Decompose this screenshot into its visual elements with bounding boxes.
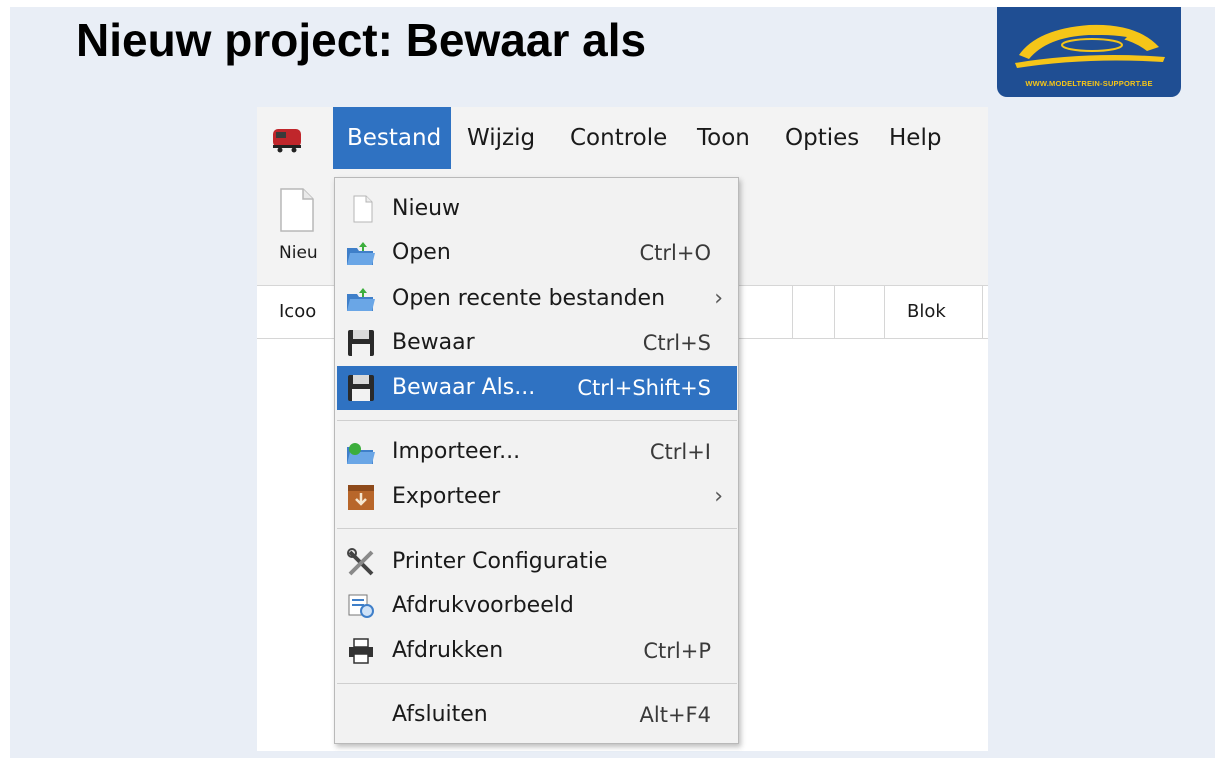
menu-item-label: Bewaar	[392, 330, 475, 355]
menu-item-afdrukken[interactable]: Afdrukken Ctrl+P	[337, 629, 737, 673]
chevron-right-icon: ›	[714, 286, 723, 311]
menu-item-label: Nieuw	[392, 196, 461, 221]
menu-item-label: Open	[392, 240, 451, 265]
menu-item-bewaar-als[interactable]: Bewaar Als... Ctrl+Shift+S	[337, 366, 737, 410]
menu-item-exporteer[interactable]: Exporteer ›	[337, 475, 737, 519]
menu-item-open[interactable]: Open Ctrl+O	[337, 231, 737, 275]
column-header-empty[interactable]	[835, 286, 885, 338]
floppy-disk-icon	[348, 330, 374, 356]
open-folder-icon	[347, 242, 375, 265]
menu-item-afdrukvoorbeeld[interactable]: Afdrukvoorbeeld	[337, 584, 737, 628]
menu-separator	[337, 683, 737, 684]
menu-item-label: Afsluiten	[392, 702, 488, 727]
menu-item-shortcut: Alt+F4	[639, 703, 711, 727]
menu-item-shortcut: Ctrl+P	[643, 639, 711, 663]
menu-item-bewaar[interactable]: Bewaar Ctrl+S	[337, 321, 737, 365]
import-icon	[347, 443, 375, 464]
menu-item-label: Printer Configuratie	[392, 549, 608, 574]
menu-item-nieuw[interactable]: Nieuw	[337, 187, 737, 231]
menu-item-importeer[interactable]: Importeer... Ctrl+I	[337, 430, 737, 474]
new-document-icon	[280, 188, 314, 232]
menu-item-label: Exporteer	[392, 484, 501, 509]
menu-help[interactable]: Help	[875, 107, 955, 169]
column-header-empty[interactable]	[753, 286, 793, 338]
menu-item-open-recent[interactable]: Open recente bestanden ›	[337, 277, 737, 321]
chevron-right-icon: ›	[714, 484, 723, 509]
tools-icon	[347, 548, 374, 576]
menu-item-shortcut: Ctrl+S	[642, 331, 711, 355]
slide-title: Nieuw project: Bewaar als	[76, 14, 647, 66]
print-preview-icon	[348, 594, 374, 618]
menu-item-label: Afdrukvoorbeeld	[392, 593, 574, 618]
ribbon-new-label: Nieu	[279, 243, 318, 263]
menu-item-label: Open recente bestanden	[392, 286, 666, 311]
menu-separator	[337, 528, 737, 529]
train-app-icon	[273, 129, 301, 153]
menu-wijzig[interactable]: Wijzig	[453, 107, 549, 169]
export-box-icon	[348, 485, 374, 510]
menu-item-label: Importeer...	[392, 439, 521, 464]
column-header-blok[interactable]: Blok	[885, 286, 983, 338]
menu-item-afsluiten[interactable]: Afsluiten Alt+F4	[337, 693, 737, 737]
open-folder-icon	[347, 288, 375, 311]
new-document-icon	[353, 195, 373, 223]
bestand-dropdown-menu: Nieuw Open Ctrl+O Open recente bestanden…	[334, 177, 739, 744]
menu-item-label: Bewaar Als...	[392, 375, 536, 400]
menu-item-shortcut: Ctrl+I	[649, 440, 711, 464]
modeltrein-support-logo: WWW.MODELTREIN-SUPPORT.BE	[997, 7, 1181, 97]
menu-opties[interactable]: Opties	[771, 107, 873, 169]
menu-item-printer-configuratie[interactable]: Printer Configuratie	[337, 540, 737, 584]
column-header-empty[interactable]	[793, 286, 835, 338]
menu-controle[interactable]: Controle	[556, 107, 681, 169]
menu-bar: Bestand Wijzig Controle Toon Opties Help	[257, 107, 988, 169]
menu-separator	[337, 420, 737, 421]
printer-icon	[349, 638, 373, 664]
floppy-disk-icon	[348, 375, 374, 401]
menu-item-shortcut: Ctrl+O	[639, 241, 712, 265]
menu-item-shortcut: Ctrl+Shift+S	[577, 376, 711, 400]
menu-toon[interactable]: Toon	[683, 107, 764, 169]
logo-text: WWW.MODELTREIN-SUPPORT.BE	[1025, 79, 1153, 88]
menu-bestand[interactable]: Bestand	[333, 107, 451, 169]
menu-item-label: Afdrukken	[392, 638, 504, 663]
